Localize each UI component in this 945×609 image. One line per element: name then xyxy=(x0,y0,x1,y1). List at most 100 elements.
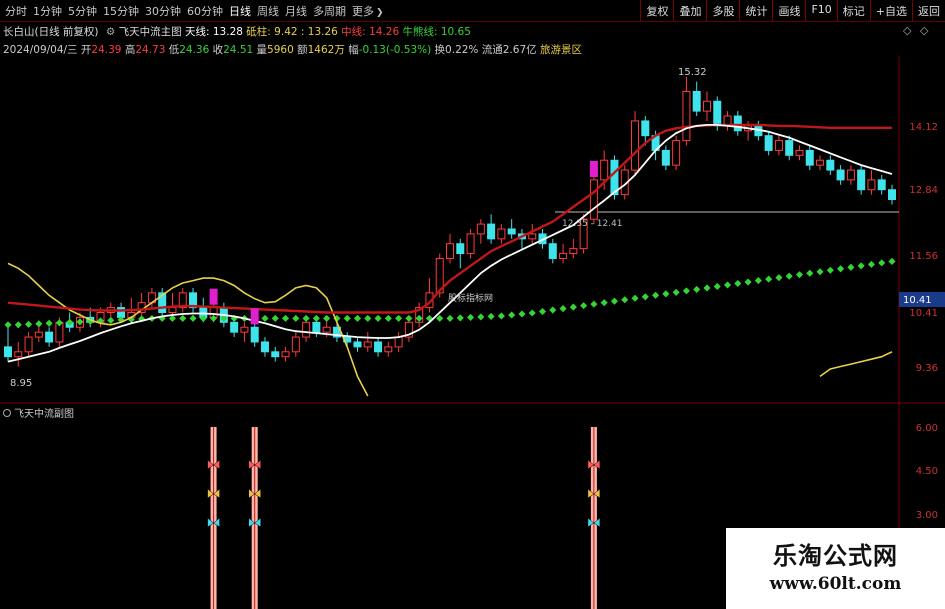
y-tick: 14.12 xyxy=(909,122,938,133)
bull-bear-dot xyxy=(477,313,485,321)
period-tab[interactable]: 60分钟 xyxy=(184,3,226,19)
candle-body xyxy=(4,346,12,358)
period-tab[interactable]: 多周期 xyxy=(310,3,349,19)
candle-body xyxy=(96,312,105,323)
bull-bear-dot xyxy=(754,277,762,285)
more-label: 更多 xyxy=(352,5,374,18)
candle-body xyxy=(199,307,208,318)
period-tab[interactable]: 15分钟 xyxy=(100,3,142,19)
candle-body xyxy=(476,223,485,235)
bull-bear-dot xyxy=(765,275,773,283)
candle-body xyxy=(795,149,804,156)
change-value: -0.13(-0.53%) xyxy=(358,44,432,56)
period-tab[interactable]: 5分钟 xyxy=(65,3,100,19)
bull-bear-dot xyxy=(127,315,135,323)
butterfly-icon xyxy=(248,517,261,528)
bull-bear-dot xyxy=(179,314,187,322)
amount-value: 1462万 xyxy=(307,44,345,56)
bull-bear-dot xyxy=(785,272,793,280)
bull-bear-dot xyxy=(66,318,74,326)
gear-icon[interactable] xyxy=(3,409,11,417)
bull-bear-dot xyxy=(682,287,690,295)
candle-body xyxy=(55,321,64,343)
period-tab[interactable]: 1分钟 xyxy=(30,3,65,19)
candle-body xyxy=(836,169,845,181)
diamond-icon[interactable]: ◇ xyxy=(903,24,911,37)
bull-bear-dot xyxy=(281,314,290,322)
bull-bear-dot xyxy=(261,314,269,322)
bull-bear-dot xyxy=(878,259,886,267)
high-label: 高 xyxy=(124,44,136,56)
candle-body xyxy=(240,326,249,333)
turnover-value: 0.22% xyxy=(445,44,479,56)
high-mark-label: 15.32 xyxy=(678,67,707,78)
candle-body xyxy=(867,179,876,191)
period-tab-daily[interactable]: 日线 xyxy=(226,3,254,19)
period-tab-more[interactable]: 更多 ❯ xyxy=(349,3,387,19)
overlay-button[interactable]: 叠加 xyxy=(673,0,706,21)
bull-bear-dot xyxy=(744,278,752,286)
f10-button[interactable]: F10 xyxy=(805,0,836,21)
candle-body xyxy=(702,100,711,112)
butterfly-icon xyxy=(207,488,220,499)
candle-body xyxy=(189,292,198,309)
period-tab[interactable]: 月线 xyxy=(282,3,310,19)
kline-chart[interactable]: 14.12 12.84 11.56 10.41 9.36 10.41 15.32… xyxy=(0,0,945,609)
bull-bear-dot xyxy=(292,314,300,322)
multi-stock-button[interactable]: 多股 xyxy=(706,0,739,21)
bull-bear-dot xyxy=(271,314,279,322)
candle-body xyxy=(363,341,372,348)
bull-bear-dot xyxy=(374,314,382,322)
candle-body xyxy=(75,316,84,328)
period-tab[interactable]: 周线 xyxy=(254,3,282,19)
candle-body xyxy=(672,140,681,166)
bull-bear-dot xyxy=(795,271,804,279)
bull-bear-dot xyxy=(25,320,33,328)
bull-bear-dot xyxy=(806,269,814,277)
draw-line-button[interactable]: 画线 xyxy=(772,0,805,21)
candle-body xyxy=(517,233,526,240)
candle-body xyxy=(425,292,434,309)
signal-marker xyxy=(250,308,259,325)
candle-body xyxy=(888,189,896,201)
bull-bear-dot xyxy=(425,314,433,322)
candle-body xyxy=(692,90,701,112)
candle-body xyxy=(271,351,280,358)
bull-bear-dot xyxy=(713,282,721,291)
candle-body xyxy=(137,302,146,314)
close-value: 24.51 xyxy=(223,44,254,56)
candle-body xyxy=(332,326,341,338)
candle-body xyxy=(374,341,383,353)
period-tab[interactable]: 30分钟 xyxy=(142,3,184,19)
y-tick: 12.84 xyxy=(909,185,938,196)
chevron-icon[interactable]: ◇ xyxy=(920,24,928,37)
current-price-tag xyxy=(899,292,945,307)
bottom-line xyxy=(7,262,369,397)
back-button[interactable]: 返回 xyxy=(912,0,945,21)
add-watchlist-button[interactable]: +自选 xyxy=(869,0,912,21)
mark-button[interactable]: 标记 xyxy=(836,0,870,21)
butterfly-icon xyxy=(207,517,220,528)
stats-button[interactable]: 统计 xyxy=(739,0,772,21)
bottom-value: 9.42 : 13.26 xyxy=(274,26,338,38)
butterfly-icon xyxy=(587,459,601,470)
indicator-lines xyxy=(4,123,896,397)
sector-label[interactable]: 旅游景区 xyxy=(540,44,582,56)
adjust-button[interactable]: 复权 xyxy=(640,0,673,21)
period-tab[interactable]: 分时 xyxy=(2,3,30,19)
bull-bear-dot xyxy=(621,296,629,304)
indicator-name[interactable]: 飞天中流主图 xyxy=(119,26,182,38)
candle-body xyxy=(579,218,588,250)
indicator-header: 长白山(日线 前复权) ⚙ 飞天中流主图 天线: 13.28 砥柱: 9.42 … xyxy=(3,24,471,39)
change-label: 幅 xyxy=(348,44,359,56)
bull-bear-dot xyxy=(199,314,207,322)
candle-body xyxy=(394,336,403,348)
gear-icon[interactable]: ⚙ xyxy=(106,26,115,38)
watermark-title: 乐淘公式网 xyxy=(773,541,898,570)
mid-line xyxy=(7,123,892,314)
bull-bear-dot xyxy=(189,314,197,322)
mid-value: 14.26 xyxy=(369,26,400,38)
candle-body xyxy=(754,125,763,137)
bull-bear-dot xyxy=(528,309,536,317)
butterfly-icon xyxy=(248,488,261,499)
